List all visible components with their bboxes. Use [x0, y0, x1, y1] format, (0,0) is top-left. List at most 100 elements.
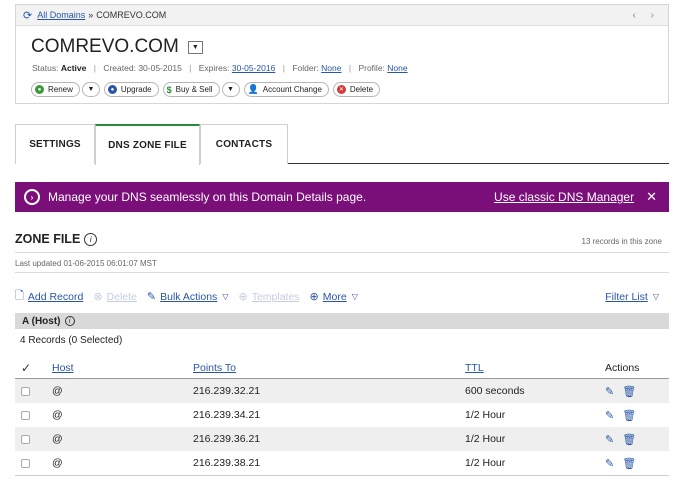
delete-link[interactable]: Delete [107, 291, 137, 303]
trash-icon[interactable]: 🗑 [622, 433, 636, 446]
bulk-actions-button[interactable]: ✎ Bulk Actions ▽ [146, 290, 229, 304]
host-cell: @ [52, 433, 63, 445]
add-file-icon: 🗋 [15, 290, 24, 302]
templates-button[interactable]: ⊕ Templates [238, 290, 300, 304]
tab-settings[interactable]: SETTINGS [15, 124, 95, 164]
divider [15, 475, 669, 476]
row-checkbox[interactable] [21, 458, 30, 468]
ttl-cell: 1/2 Hour [465, 457, 506, 469]
trash-icon[interactable]: 🗑 [622, 409, 636, 422]
record-count: 13 records in this zone [581, 237, 663, 246]
domain-title: COMREVO.COM ▼ [31, 36, 203, 58]
renew-label: Renew [48, 85, 73, 94]
classic-dns-manager-link[interactable]: Use classic DNS Manager [494, 190, 634, 204]
sort-host-link[interactable]: Host [52, 362, 74, 374]
dollar-icon: $ [166, 84, 172, 95]
upgrade-icon: ● [107, 85, 117, 94]
points-to-cell: 216.239.32.21 [193, 385, 261, 397]
breadcrumb-separator: » [88, 10, 94, 20]
row-checkbox[interactable] [21, 386, 30, 396]
upgrade-label: Upgrade [120, 85, 152, 94]
chevron-down-icon: ▽ [652, 292, 659, 301]
table-row: @ 216.239.32.21 600 seconds ✎ 🗑 [15, 379, 669, 403]
divider [15, 272, 669, 273]
records-selected-count: 4 Records (0 Selected) [20, 335, 123, 346]
edit-icon[interactable]: ✎ [605, 385, 614, 398]
divider [15, 252, 669, 253]
renew-button[interactable]: ● Renew [31, 82, 80, 97]
sort-ttl-link[interactable]: TTL [465, 362, 484, 374]
domain-tabs: SETTINGS DNS ZONE FILE CONTACTS [15, 124, 669, 165]
row-checkbox[interactable] [21, 410, 30, 420]
filter-list-button[interactable]: Filter List ▽ [605, 291, 659, 303]
account-change-button[interactable]: 👤 Account Change [243, 82, 329, 97]
buy-sell-button[interactable]: $ Buy & Sell [162, 82, 220, 97]
folder-link[interactable]: None [321, 63, 341, 73]
chevron-down-icon: ▽ [222, 292, 229, 301]
section-title: A (Host) [22, 315, 61, 327]
points-to-cell: 216.239.36.21 [193, 433, 261, 445]
refresh-icon[interactable]: ⟳ [23, 9, 32, 22]
profile-link[interactable]: None [387, 63, 407, 73]
ttl-cell: 1/2 Hour [465, 409, 506, 421]
delete-circle-icon: ✕ [336, 85, 346, 94]
table-row: @ 216.239.36.21 1/2 Hour ✎ 🗑 [15, 427, 669, 451]
row-checkbox[interactable] [21, 434, 30, 444]
tab-dns-zone-file[interactable]: DNS ZONE FILE [95, 124, 200, 165]
renew-dropdown-button[interactable]: ▼ [81, 82, 100, 97]
edit-icon[interactable]: ✎ [605, 457, 614, 470]
tab-contacts[interactable]: CONTACTS [200, 124, 288, 164]
info-icon[interactable]: i [84, 232, 98, 246]
divider: | [93, 63, 96, 73]
zone-toolbar: 🗋 Add Record ⊗ Delete ✎ Bulk Actions ▽ ⊕… [15, 287, 669, 306]
filter-list-link[interactable]: Filter List [605, 291, 648, 303]
status-label: Status: [32, 63, 59, 73]
dns-info-banner: › Manage your DNS seamlessly on this Dom… [15, 182, 669, 212]
created-value: 30-05-2015 [138, 63, 182, 73]
user-icon: 👤 [247, 84, 259, 94]
trash-icon[interactable]: 🗑 [622, 457, 636, 470]
records-table: ✓ Host Points To TTL Actions @ 216.239.3… [15, 356, 669, 475]
expires-link[interactable]: 30-05-2016 [232, 63, 275, 73]
expires-label: Expires: [198, 63, 230, 73]
last-updated: Last updated 01-06-2015 06:01:07 MST [15, 259, 157, 268]
template-icon: ⊕ [238, 291, 248, 303]
add-record-link[interactable]: Add Record [28, 291, 83, 303]
folder-label: Folder: [292, 63, 319, 73]
templates-link[interactable]: Templates [252, 291, 300, 303]
account-change-label: Account Change [262, 85, 322, 94]
domain-summary-card: ⟳ All Domains » COMREVO.COM ‹ › COMREVO.… [15, 4, 669, 104]
pencil-icon: ✎ [146, 291, 157, 303]
add-record-button[interactable]: 🗋 Add Record [15, 287, 83, 306]
prev-next-arrows-icon[interactable]: ‹ › [633, 10, 660, 21]
domain-dropdown-button[interactable]: ▼ [187, 40, 203, 54]
chevron-right-circle-icon: › [24, 189, 40, 205]
host-cell: @ [52, 385, 63, 397]
bulk-actions-link[interactable]: Bulk Actions [160, 291, 217, 303]
info-icon[interactable]: i [64, 316, 75, 326]
a-host-section-header: A (Host) i [15, 313, 669, 329]
domain-action-row: ● Renew ▼ ● Upgrade $ Buy & Sell ▼ 👤 Acc… [31, 82, 381, 97]
sort-points-to-link[interactable]: Points To [193, 362, 236, 374]
close-icon[interactable]: ✕ [646, 189, 657, 205]
upgrade-button[interactable]: ● Upgrade [103, 82, 159, 97]
zone-file-title: ZONE FILE i [15, 232, 98, 246]
table-header-row: ✓ Host Points To TTL Actions [15, 356, 669, 379]
divider: | [282, 63, 285, 73]
host-cell: @ [52, 409, 63, 421]
buy-sell-dropdown-button[interactable]: ▼ [221, 82, 240, 97]
edit-icon[interactable]: ✎ [605, 409, 614, 422]
actions-column-header: Actions [605, 362, 640, 374]
more-link[interactable]: More [323, 291, 347, 303]
breadcrumb-all-domains-link[interactable]: All Domains [37, 10, 85, 20]
delete-domain-button[interactable]: ✕ Delete [332, 82, 381, 97]
table-row: @ 216.239.34.21 1/2 Hour ✎ 🗑 [15, 403, 669, 427]
breadcrumb-current: COMREVO.COM [96, 10, 167, 20]
delete-records-button[interactable]: ⊗ Delete [93, 290, 137, 304]
ttl-cell: 600 seconds [465, 385, 525, 397]
select-all-checkmark-icon[interactable]: ✓ [21, 356, 31, 380]
edit-icon[interactable]: ✎ [605, 433, 614, 446]
delete-label: Delete [349, 85, 374, 94]
more-button[interactable]: ⊕ More ▽ [310, 290, 358, 304]
trash-icon[interactable]: 🗑 [622, 385, 636, 398]
